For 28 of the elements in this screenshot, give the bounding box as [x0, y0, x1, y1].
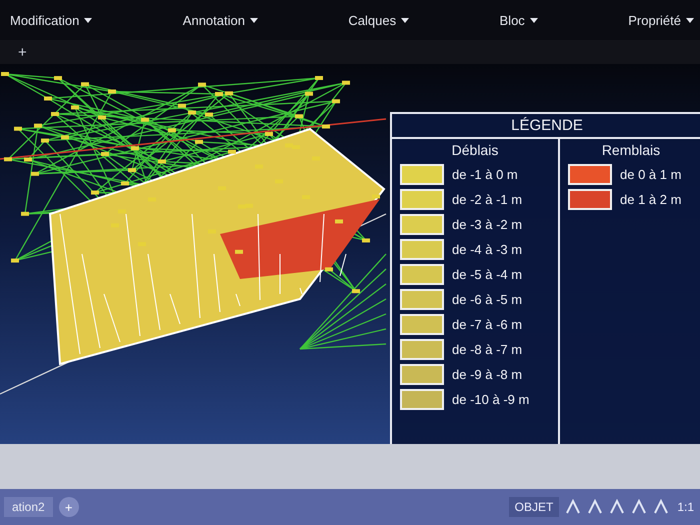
ribbon-panel-button[interactable]: Propriété [622, 10, 700, 30]
column-heading: Déblais [450, 142, 500, 158]
legend-label: de -5 à -4 m [452, 267, 522, 282]
ribbon-panel-button[interactable]: Annotation [176, 10, 264, 30]
legend-label: de 0 à 1 m [620, 167, 682, 182]
legend-label: de -9 à -8 m [452, 367, 522, 382]
caret-icon [686, 18, 694, 22]
legend-label: de -6 à -5 m [452, 292, 522, 307]
legend-label: de -3 à -2 m [452, 217, 522, 232]
column-heading: Remblais [600, 142, 662, 158]
legend-label: de -7 à -6 m [452, 317, 522, 332]
legend-title: LÉGENDE [392, 114, 700, 139]
ribbon-panel-button[interactable]: Calques [342, 10, 416, 30]
object-snap-button[interactable]: OBJET [508, 497, 560, 517]
caret-icon [401, 18, 410, 22]
legend-label: de -1 à 0 m [452, 167, 518, 182]
legend-label: de -4 à -3 m [452, 242, 522, 257]
legend-label: de -2 à -1 m [452, 192, 522, 207]
ribbon-panel-button[interactable]: Bloc [494, 10, 544, 30]
new-tab-button[interactable]: + [14, 44, 31, 60]
legend-label: de -10 à -9 m [452, 392, 530, 407]
caret-icon [250, 18, 258, 22]
legend-label: de -8 à -7 m [452, 342, 522, 357]
caret-icon [530, 18, 538, 22]
legend-label: de 1 à 2 m [620, 192, 682, 207]
ribbon-panel-button[interactable]: Modification [4, 10, 98, 30]
scale-button[interactable]: 1:1 [675, 500, 696, 514]
caret-icon [84, 18, 92, 22]
